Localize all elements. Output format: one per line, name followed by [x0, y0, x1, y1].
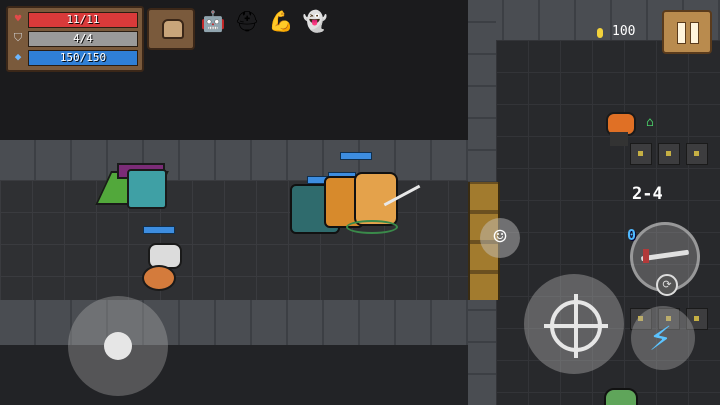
home-icon: ⌂: [646, 115, 654, 130]
cat-pet-character: [138, 243, 182, 291]
muscle-buff-icon: 💪: [268, 9, 294, 33]
plant-pet-character: [95, 163, 175, 215]
diamond-icon: ◆: [14, 50, 22, 63]
frog-enemy: [604, 388, 638, 405]
pumpkin-merchant-npc[interactable]: [602, 112, 636, 148]
level-indicator: 2-4: [632, 184, 663, 204]
coin-count: 100: [612, 24, 636, 39]
game-screen: ⌂ ♥ 11/11 ⛉ 4/4 ◆ 150/150 🤖 ⛑ 💪 👻 100 2-…: [0, 0, 720, 405]
helmet-buff-icon: ⛑: [234, 9, 260, 33]
ally-health-bar: [340, 152, 372, 160]
coin-icon: [597, 28, 603, 38]
health-bar: 11/11: [28, 12, 138, 28]
energy-value: 150/150: [59, 51, 107, 64]
cat-health-bar: [143, 226, 175, 234]
ghost-buff-icon: 👻: [302, 9, 328, 33]
swap-icon[interactable]: ⟳: [656, 274, 678, 296]
health-row: ♥ 11/11: [12, 12, 138, 28]
weapon-energy-cost: 0: [627, 226, 637, 244]
player-hero-group: [290, 168, 421, 234]
crosshair-icon: [544, 294, 608, 358]
energy-row: ◆ 150/150: [12, 50, 138, 66]
armor-bar: 4/4: [28, 31, 138, 47]
robot-buff-icon: 🤖: [200, 9, 226, 33]
pause-button[interactable]: [662, 10, 712, 54]
movement-joystick[interactable]: [68, 296, 168, 396]
lightning-icon: ⚡: [649, 315, 672, 359]
health-value: 11/11: [66, 13, 100, 26]
armor-value: 4/4: [73, 32, 93, 45]
special-skill-button[interactable]: ⚡: [631, 306, 695, 370]
character-skill-button[interactable]: [147, 8, 195, 50]
attack-button[interactable]: [524, 274, 624, 374]
armor-row: ⛉ 4/4: [12, 31, 138, 47]
sword-hilt: [643, 249, 649, 263]
spike-trap-row-top: [630, 143, 710, 165]
heart-icon: ♥: [14, 12, 22, 25]
energy-bar: 150/150: [28, 50, 138, 66]
shield-icon: ⛉: [13, 31, 23, 44]
emote-button[interactable]: ☺: [480, 218, 520, 258]
player-stats-panel: ♥ 11/11 ⛉ 4/4 ◆ 150/150: [6, 6, 144, 72]
joystick-knob[interactable]: [104, 332, 132, 360]
